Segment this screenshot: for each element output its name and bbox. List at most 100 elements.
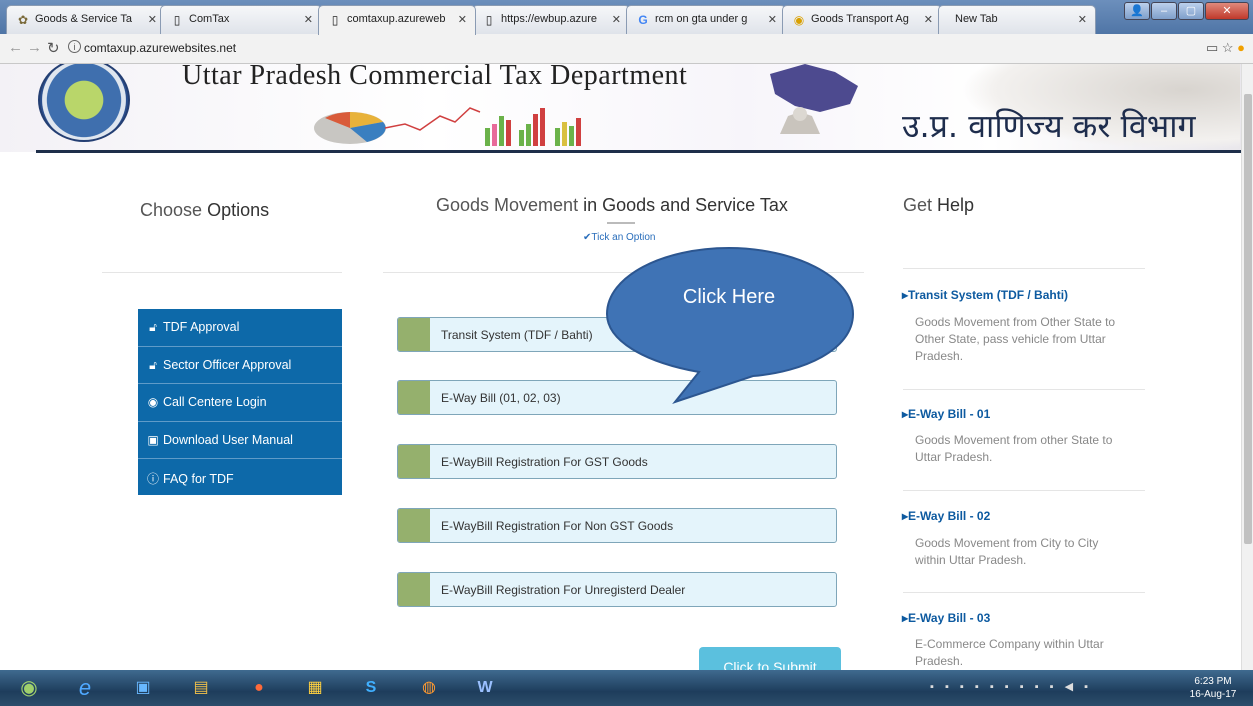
menu-label: Sector Officer Approval <box>163 357 292 372</box>
menu-label: Download User Manual <box>163 432 293 447</box>
menu-item-faq-for-tdf[interactable]: ⓘ FAQ for TDF <box>138 459 342 497</box>
divider <box>903 592 1145 593</box>
back-icon[interactable]: ← <box>8 39 23 56</box>
tab-label: rcm on gta under g <box>655 13 748 25</box>
forward-icon[interactable]: → <box>27 39 42 56</box>
browser-tab-5[interactable]: G rcm on gta under g ✕ <box>626 5 786 34</box>
department-title: Uttar Pradesh Commercial Tax Department <box>182 64 688 91</box>
help-link-transit-system[interactable]: ▸Transit System (TDF / Bahti) <box>902 288 1068 302</box>
help-link-eway-bill-03[interactable]: ▸E-Way Bill - 03 <box>902 611 990 625</box>
window-close-icon[interactable]: ✕ <box>1205 2 1249 20</box>
divider <box>903 389 1145 390</box>
browser-tab-3[interactable]: ▯ comtaxup.azureweb ✕ <box>318 5 476 35</box>
menu-item-tdf-approval[interactable]: 🔓︎ TDF Approval <box>138 309 342 347</box>
get-help-title: Get Help <box>903 195 974 216</box>
menu-label: TDF Approval <box>163 320 240 334</box>
clock-time: 6:23 PM <box>1194 676 1232 687</box>
user-icon[interactable]: 👤 <box>1124 2 1150 20</box>
google-icon: G <box>638 13 648 27</box>
option-registration-non-gst[interactable]: E-WayBill Registration For Non GST Goods <box>397 508 837 543</box>
callout-text: Click Here <box>682 286 776 308</box>
option-checkbox[interactable] <box>398 381 430 414</box>
help-link-eway-bill-01[interactable]: ▸E-Way Bill - 01 <box>902 407 990 421</box>
close-icon[interactable]: ✕ <box>148 13 157 26</box>
firefox-icon[interactable]: ◍ <box>404 673 454 703</box>
department-title-hindi: उ.प्र. वाणिज्य कर विभाग <box>902 107 1196 145</box>
page-icon: ▯ <box>485 13 493 27</box>
page-content: Uttar Pradesh Commercial Tax Department … <box>0 64 1241 670</box>
option-checkbox[interactable] <box>398 318 430 351</box>
map-graphic-icon <box>770 64 858 134</box>
help-text: Goods Movement from City to City within … <box>915 536 1099 567</box>
close-icon[interactable]: ✕ <box>924 13 933 26</box>
option-label: E-Way Bill (01, 02, 03) <box>441 391 561 405</box>
close-icon[interactable]: ✕ <box>612 13 621 26</box>
browser-tab-1[interactable]: ✿ Goods & Service Ta ✕ <box>6 5 166 34</box>
tab-label: ComTax <box>189 13 230 25</box>
start-button-icon[interactable]: ◉ <box>4 673 54 703</box>
system-clock[interactable]: 6:23 PM 16-Aug-17 <box>1180 675 1246 701</box>
page-icon: ▯ <box>173 13 181 27</box>
pdf-icon: ▣ <box>147 432 159 447</box>
apps-grid-icon[interactable]: ▦ <box>290 673 340 703</box>
close-icon[interactable]: ✕ <box>768 13 777 26</box>
menu-label: Call Centere Login <box>163 395 267 409</box>
browser-tab-6[interactable]: ◉ Goods Transport Ag ✕ <box>782 5 942 34</box>
close-icon[interactable]: ✕ <box>1078 13 1087 26</box>
divider <box>903 268 1145 269</box>
help-text: E-Commerce Company within Uttar Pradesh. <box>915 637 1104 668</box>
lock-icon: 🔓︎ <box>149 320 157 334</box>
browser-tab-4[interactable]: ▯ https://ewbup.azure ✕ <box>472 5 630 34</box>
chrome-icon[interactable]: ● <box>234 673 284 703</box>
click-here-callout: Click Here <box>603 244 855 405</box>
system-tray-icons[interactable]: ▪ ▪ ▪ ▪ ▪ ▪ ▪ ▪ ▪ ◀ ▪ <box>930 680 1092 693</box>
skype-icon[interactable]: S <box>346 673 396 703</box>
header-banner: Uttar Pradesh Commercial Tax Department … <box>0 64 1241 153</box>
site-icon: ◉ <box>793 13 805 27</box>
tab-label: New Tab <box>955 13 998 25</box>
divider <box>102 272 342 273</box>
browser-tab-7[interactable]: New Tab ✕ <box>938 5 1096 34</box>
menu-item-sector-officer-approval[interactable]: 🔓︎ Sector Officer Approval <box>138 347 342 384</box>
option-registration-unregistered[interactable]: E-WayBill Registration For Unregisterd D… <box>397 572 837 607</box>
help-heading: E-Way Bill - 01 <box>908 407 991 421</box>
option-registration-gst[interactable]: E-WayBill Registration For GST Goods <box>397 444 837 479</box>
speech-bubble-icon <box>605 246 855 405</box>
title-bold: Options <box>207 200 270 220</box>
menu-item-call-centere-login[interactable]: ◉ Call Centere Login <box>138 384 342 422</box>
scrollbar-thumb[interactable] <box>1244 94 1252 544</box>
tab-label: comtaxup.azureweb <box>347 13 446 25</box>
option-label: Transit System (TDF / Bahti) <box>441 328 593 342</box>
browser-tabstrip: ✿ Goods & Service Ta ✕ ▯ ComTax ✕ ▯ comt… <box>0 0 1253 35</box>
vertical-scrollbar[interactable] <box>1241 64 1253 670</box>
help-heading: E-Way Bill - 03 <box>908 611 991 625</box>
choose-options-title: Choose Options <box>140 200 269 221</box>
option-checkbox[interactable] <box>398 573 430 606</box>
govt-favicon-icon: ✿ <box>17 13 29 27</box>
media-player-icon[interactable]: ▣ <box>118 673 168 703</box>
option-checkbox[interactable] <box>398 509 430 542</box>
close-icon[interactable]: ✕ <box>458 13 467 26</box>
divider <box>903 490 1145 491</box>
bookmark-star-icon[interactable]: ▭ ☆ ● <box>1206 40 1245 56</box>
header-divider <box>36 150 1241 153</box>
browser-tab-2[interactable]: ▯ ComTax ✕ <box>160 5 322 34</box>
reload-icon[interactable]: ↻ <box>47 39 60 57</box>
submit-button[interactable]: Click to Submit <box>699 647 841 670</box>
option-checkbox[interactable] <box>398 445 430 478</box>
close-icon[interactable]: ✕ <box>304 13 313 26</box>
minimize-icon[interactable]: – <box>1151 2 1177 20</box>
menu-item-download-user-manual[interactable]: ▣ Download User Manual <box>138 422 342 459</box>
maximize-icon[interactable]: ▢ <box>1178 2 1204 20</box>
word-icon[interactable]: W <box>460 673 510 703</box>
help-link-eway-bill-02[interactable]: ▸E-Way Bill - 02 <box>902 509 990 523</box>
tab-label: Goods Transport Ag <box>811 13 909 25</box>
file-explorer-icon[interactable]: ▤ <box>176 673 226 703</box>
options-menu: 🔓︎ TDF Approval 🔓︎ Sector Officer Approval… <box>138 309 342 495</box>
internet-explorer-icon[interactable]: e <box>60 673 110 703</box>
url-field[interactable]: comtaxup.azurewebsites.net <box>84 41 236 55</box>
help-heading: Transit System (TDF / Bahti) <box>908 288 1069 302</box>
menu-label: FAQ for TDF <box>163 472 234 486</box>
info-icon[interactable]: i <box>68 40 81 53</box>
title-light: Goods Movement <box>436 195 579 215</box>
